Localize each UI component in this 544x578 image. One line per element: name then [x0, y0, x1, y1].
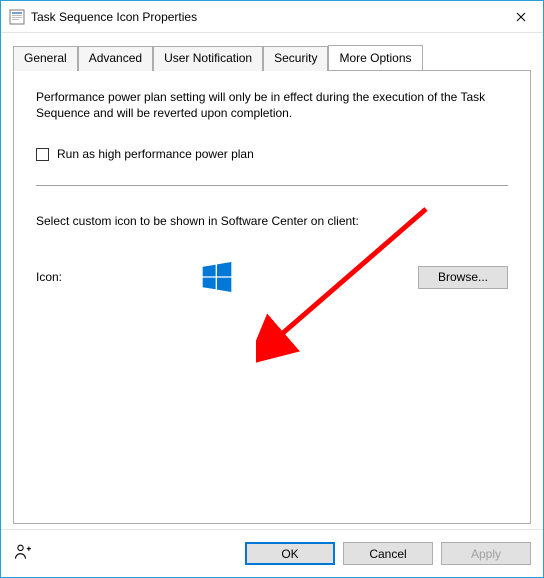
browse-button[interactable]: Browse...: [418, 266, 508, 289]
tabstrip: General Advanced User Notification Secur…: [13, 45, 531, 70]
cancel-button[interactable]: Cancel: [343, 542, 433, 565]
tab-security[interactable]: Security: [263, 46, 328, 71]
close-icon: [516, 12, 526, 22]
apply-button: Apply: [441, 542, 531, 565]
tab-user-notification[interactable]: User Notification: [153, 46, 263, 71]
icon-section-label: Select custom icon to be shown in Softwa…: [36, 214, 508, 228]
high-perf-checkbox[interactable]: Run as high performance power plan: [36, 147, 508, 161]
app-icon: [9, 9, 25, 25]
person-icon: [13, 542, 33, 565]
checkbox-label: Run as high performance power plan: [57, 147, 254, 161]
ok-button[interactable]: OK: [245, 542, 335, 565]
titlebar: Task Sequence Icon Properties: [1, 1, 543, 33]
close-button[interactable]: [499, 2, 543, 32]
tab-more-options[interactable]: More Options: [328, 45, 422, 70]
icon-field-label: Icon:: [36, 270, 202, 284]
checkbox-icon: [36, 148, 49, 161]
window-title: Task Sequence Icon Properties: [31, 10, 499, 24]
content-area: General Advanced User Notification Secur…: [13, 45, 531, 521]
dialog-footer: OK Cancel Apply: [1, 529, 543, 577]
icon-row: Icon: Browse...: [36, 262, 508, 292]
selected-icon-preview: [202, 262, 252, 292]
dialog-buttons: OK Cancel Apply: [245, 542, 531, 565]
tab-panel-more-options: Performance power plan setting will only…: [13, 70, 531, 524]
windows-logo-icon: [202, 262, 232, 292]
tab-advanced[interactable]: Advanced: [78, 46, 153, 71]
tab-general[interactable]: General: [13, 46, 78, 71]
divider: [36, 185, 508, 186]
power-plan-description: Performance power plan setting will only…: [36, 89, 508, 121]
